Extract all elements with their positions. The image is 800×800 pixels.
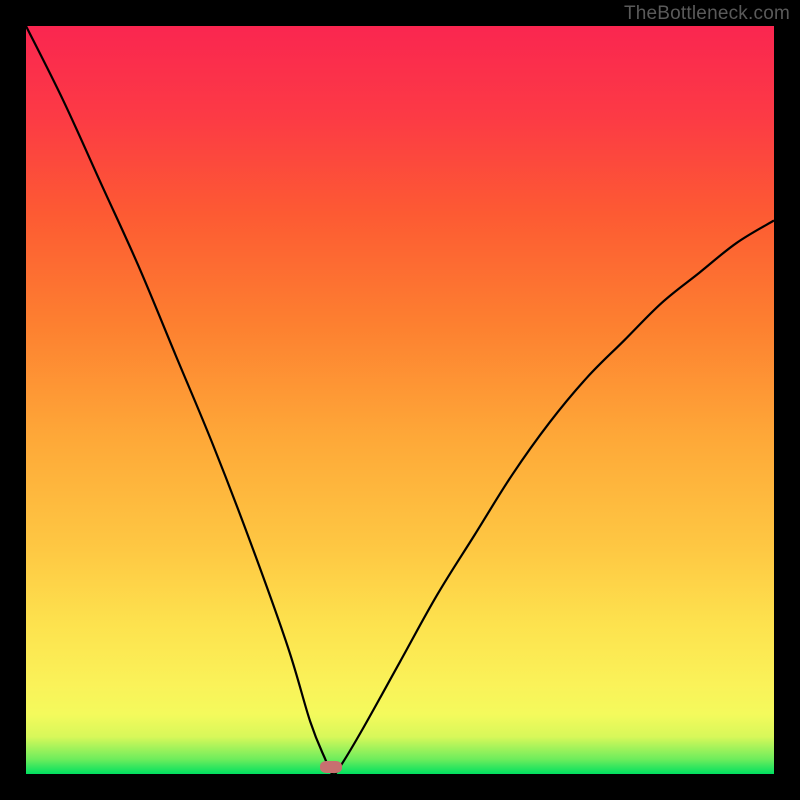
watermark-text: TheBottleneck.com xyxy=(624,3,790,25)
optimal-marker xyxy=(320,761,342,773)
plot-area xyxy=(26,26,774,774)
